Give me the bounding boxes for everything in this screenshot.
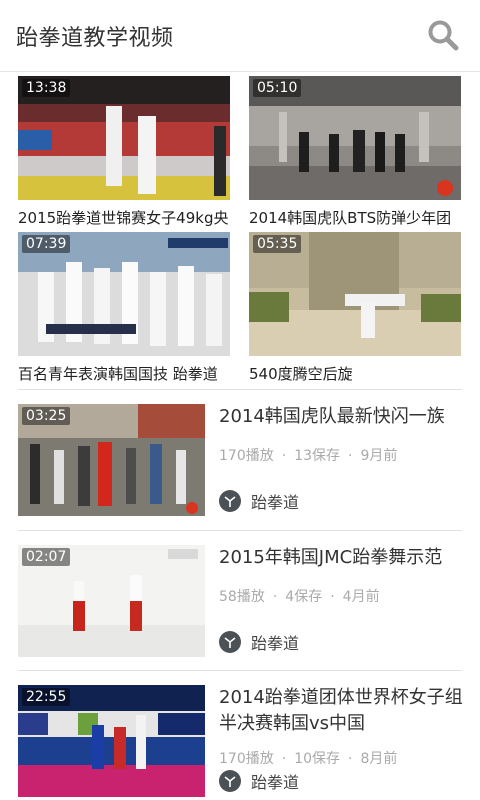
video-meta: 170播放 · 13保存 · 9月前: [219, 445, 397, 465]
video-thumbnail[interactable]: 05:35: [249, 232, 461, 356]
play-count: 170播放: [219, 448, 274, 464]
video-title: 2015跆拳道世锦赛女子49kg央: [18, 209, 229, 227]
video-card[interactable]: 13:38 2015跆拳道世锦赛女子49kg央: [18, 76, 230, 228]
video-title: 2015年韩国JMC跆拳舞示范: [219, 547, 443, 568]
upload-time: 8月前: [360, 751, 398, 767]
page-title: 跆拳道教学视频: [16, 26, 174, 51]
meta-separator: ·: [348, 448, 353, 464]
play-count: 58播放: [219, 589, 265, 605]
app-header: 跆拳道教学视频: [0, 0, 480, 72]
video-duration: 05:35: [253, 235, 302, 253]
upload-time: 9月前: [360, 448, 398, 464]
video-duration: 07:39: [22, 235, 71, 253]
video-meta: 58播放 · 4保存 · 4月前: [219, 586, 380, 606]
video-thumbnail[interactable]: 03:25: [18, 404, 205, 516]
upload-time: 4月前: [342, 589, 380, 605]
divider: [18, 389, 462, 390]
video-title: 2014韩国虎队最新快闪一族: [219, 406, 445, 427]
save-count: 10保存: [294, 751, 341, 767]
video-thumbnail[interactable]: 02:07: [18, 545, 205, 657]
category-label: 跆拳道: [251, 634, 300, 653]
video-title: 百名青年表演韩国国技 跆拳道: [18, 365, 218, 383]
category-tag[interactable]: 跆拳道: [219, 630, 299, 654]
video-duration: 03:25: [22, 407, 71, 425]
category-tag[interactable]: 跆拳道: [219, 769, 299, 793]
video-card[interactable]: 05:35 540度腾空后旋: [249, 232, 461, 383]
video-thumbnail[interactable]: 05:10: [249, 76, 461, 200]
save-count: 4保存: [285, 589, 323, 605]
search-icon[interactable]: [426, 18, 460, 52]
video-card[interactable]: 07:39 百名青年表演韩国国技 跆拳道: [18, 232, 230, 383]
meta-separator: ·: [281, 448, 287, 464]
divider: [18, 530, 462, 531]
category-label: 跆拳道: [251, 773, 300, 792]
meta-separator: ·: [348, 751, 353, 767]
category-label: 跆拳道: [251, 493, 300, 512]
video-duration: 02:07: [22, 548, 71, 566]
video-title: 540度腾空后旋: [249, 365, 353, 383]
video-duration: 05:10: [253, 79, 302, 97]
list-item[interactable]: 02:07 2015年韩国JMC跆拳舞示范 58播放 · 4保存 · 4月前 跆拳道: [0, 545, 480, 685]
video-card[interactable]: 05:10 2014韩国虎队BTS防弹少年团: [249, 76, 461, 228]
video-duration: 22:55: [22, 688, 71, 706]
category-icon: [219, 490, 241, 512]
video-title: 2014韩国虎队BTS防弹少年团: [249, 209, 452, 227]
play-count: 170播放: [219, 751, 274, 767]
list-item[interactable]: 22:55 2014跆拳道团体世界杯女子组半决赛韩国vs中国 170播放 · 10保…: [0, 685, 480, 800]
category-tag[interactable]: 跆拳道: [219, 489, 299, 513]
divider: [18, 670, 462, 671]
meta-separator: ·: [272, 589, 278, 605]
category-icon: [219, 770, 241, 792]
meta-separator: ·: [281, 751, 287, 767]
list-item[interactable]: 03:25 2014韩国虎队最新快闪一族 170播放 · 13保存 · 9月前 跆拳道: [0, 404, 480, 544]
meta-separator: ·: [330, 589, 335, 605]
save-count: 13保存: [294, 448, 341, 464]
video-duration: 13:38: [22, 79, 71, 97]
video-thumbnail[interactable]: 07:39: [18, 232, 230, 356]
video-meta: 170播放 · 10保存 · 8月前: [219, 748, 397, 768]
video-thumbnail[interactable]: 22:55: [18, 685, 205, 797]
video-thumbnail[interactable]: 13:38: [18, 76, 230, 200]
category-icon: [219, 631, 241, 653]
video-title: 2014跆拳道团体世界杯女子组半决赛韩国vs中国: [219, 687, 463, 734]
